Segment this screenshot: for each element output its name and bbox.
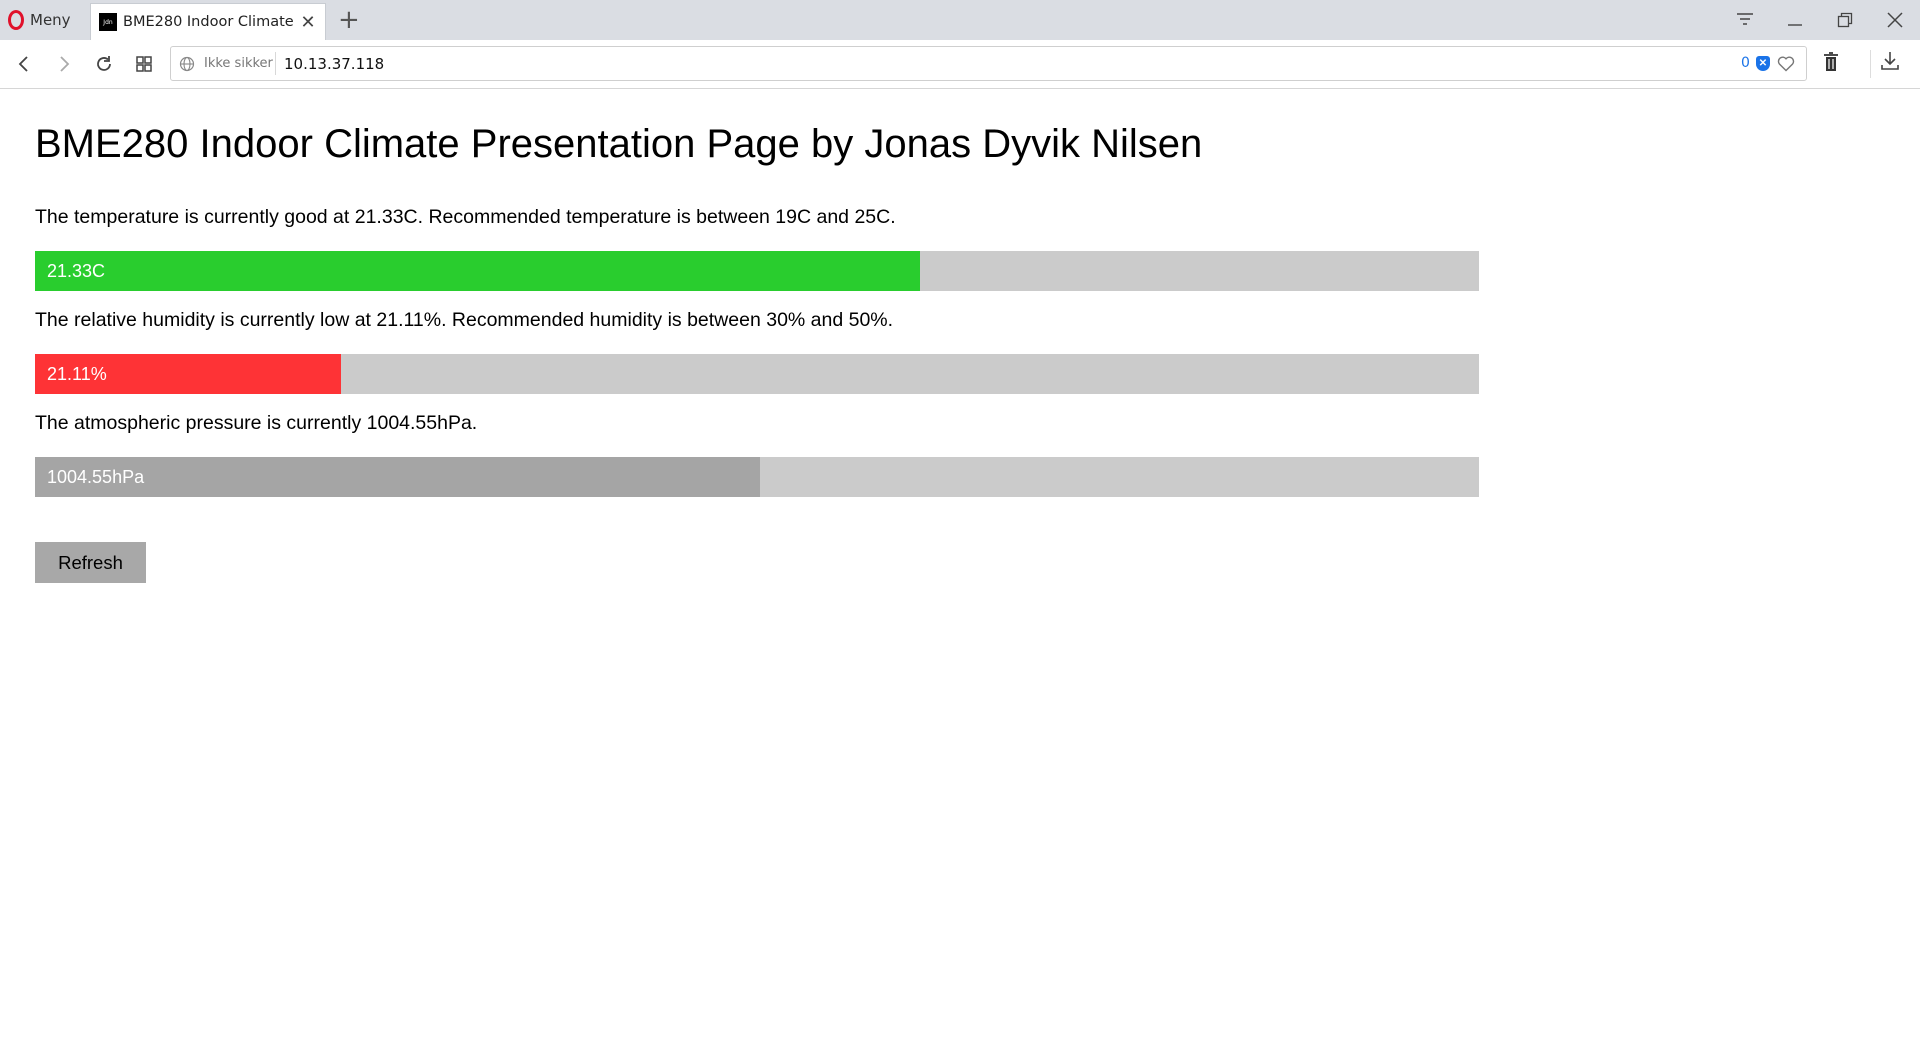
refresh-button[interactable]: Refresh	[35, 542, 146, 583]
back-arrow-icon[interactable]	[10, 50, 38, 78]
humidity-description: The relative humidity is currently low a…	[35, 309, 894, 331]
tab-title: BME280 Indoor Climate Presentation Page …	[123, 14, 293, 30]
close-window-icon[interactable]	[1870, 0, 1920, 40]
humidity-bar: 21.11%	[35, 354, 1479, 394]
address-bar[interactable]: Ikke sikker 10.13.37.118 0 ✕	[170, 46, 1807, 81]
browser-toolbar: Ikke sikker 10.13.37.118 0 ✕	[0, 40, 1920, 89]
temperature-bar: 21.33C	[35, 251, 1479, 291]
temperature-bar-label: 21.33C	[47, 261, 106, 281]
humidity-bar-label: 21.11%	[47, 364, 107, 384]
tab-favicon-icon: Jdn	[99, 13, 117, 31]
page-content: BME280 Indoor Climate Presentation Page …	[35, 120, 1479, 583]
tab-menu-icon[interactable]	[1720, 0, 1770, 40]
globe-icon	[179, 56, 195, 77]
trash-icon[interactable]	[1823, 52, 1839, 77]
new-tab-plus-icon[interactable]: +	[338, 4, 360, 36]
address-separator	[275, 52, 276, 75]
menu-label: Meny	[30, 11, 71, 29]
bookmark-heart-icon[interactable]	[1777, 55, 1795, 77]
minimize-icon[interactable]	[1770, 0, 1820, 40]
download-icon[interactable]	[1880, 50, 1900, 77]
opera-logo-icon	[8, 10, 24, 30]
browser-tab[interactable]: Jdn BME280 Indoor Climate Presentation P…	[90, 3, 326, 40]
security-label[interactable]: Ikke sikker	[204, 56, 273, 71]
page-title: BME280 Indoor Climate Presentation Page …	[35, 122, 1203, 166]
ad-block-count[interactable]: 0	[1741, 55, 1750, 71]
forward-arrow-icon[interactable]	[50, 50, 78, 78]
browser-tab-bar: Meny Jdn BME280 Indoor Climate Presentat…	[0, 0, 1920, 40]
toolbar-separator	[1870, 50, 1871, 78]
tab-close-icon[interactable]: ✕	[299, 12, 317, 33]
url-text[interactable]: 10.13.37.118	[284, 55, 384, 73]
speed-dial-grid-icon[interactable]	[130, 50, 158, 78]
ad-block-shield-icon[interactable]: ✕	[1756, 56, 1770, 71]
pressure-bar: 1004.55hPa	[35, 457, 1479, 497]
reload-icon[interactable]	[90, 50, 118, 78]
restore-icon[interactable]	[1820, 0, 1870, 40]
temperature-description: The temperature is currently good at 21.…	[35, 206, 896, 228]
temperature-bar-fill	[35, 251, 921, 291]
pressure-description: The atmospheric pressure is currently 10…	[35, 412, 478, 434]
pressure-bar-label: 1004.55hPa	[47, 467, 145, 487]
opera-menu-button[interactable]: Meny	[8, 8, 71, 32]
